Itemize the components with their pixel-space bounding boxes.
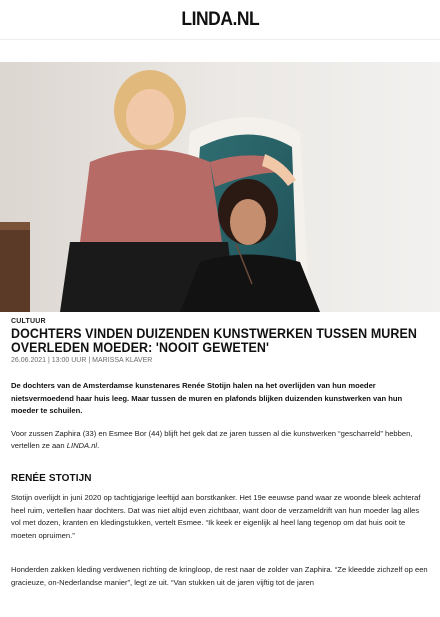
article-title: DOCHTERS VINDEN DUIZENDEN KUNSTWERKEN TU… xyxy=(11,326,417,355)
category-label[interactable]: CULTUUR xyxy=(11,318,429,325)
article-paragraph: Honderden zakken kleding verdwenen richt… xyxy=(11,565,428,587)
meta-separator: | xyxy=(88,357,91,364)
author-name[interactable]: MARISSA KLAVER xyxy=(92,357,152,364)
article-meta: 26.06.2021 | 13:00 UUR | MARISSA KLAVER xyxy=(11,357,429,364)
source-mention: LINDA.nl xyxy=(66,441,98,451)
site-header: LINDA.NL xyxy=(0,0,440,40)
hero-image xyxy=(0,62,440,312)
meta-separator: | xyxy=(48,357,50,364)
article: CULTUUR DOCHTERS VINDEN DUIZENDEN KUNSTW… xyxy=(11,318,429,590)
section-heading: RENÉE STOTIJN xyxy=(11,472,92,484)
publish-time: 13:00 UUR xyxy=(51,357,87,364)
article-paragraph: Voor zussen Zaphira (33) en Esmee Bor (4… xyxy=(11,428,429,453)
publish-date: 26.06.2021 xyxy=(11,357,47,364)
paragraph-end: . xyxy=(97,441,100,451)
site-logo[interactable]: LINDA.NL xyxy=(181,9,259,31)
article-lead: De dochters van de Amsterdamse kunstenar… xyxy=(11,381,403,416)
article-paragraph: Stotijn overlijdt in juni 2020 op tachti… xyxy=(11,492,421,540)
